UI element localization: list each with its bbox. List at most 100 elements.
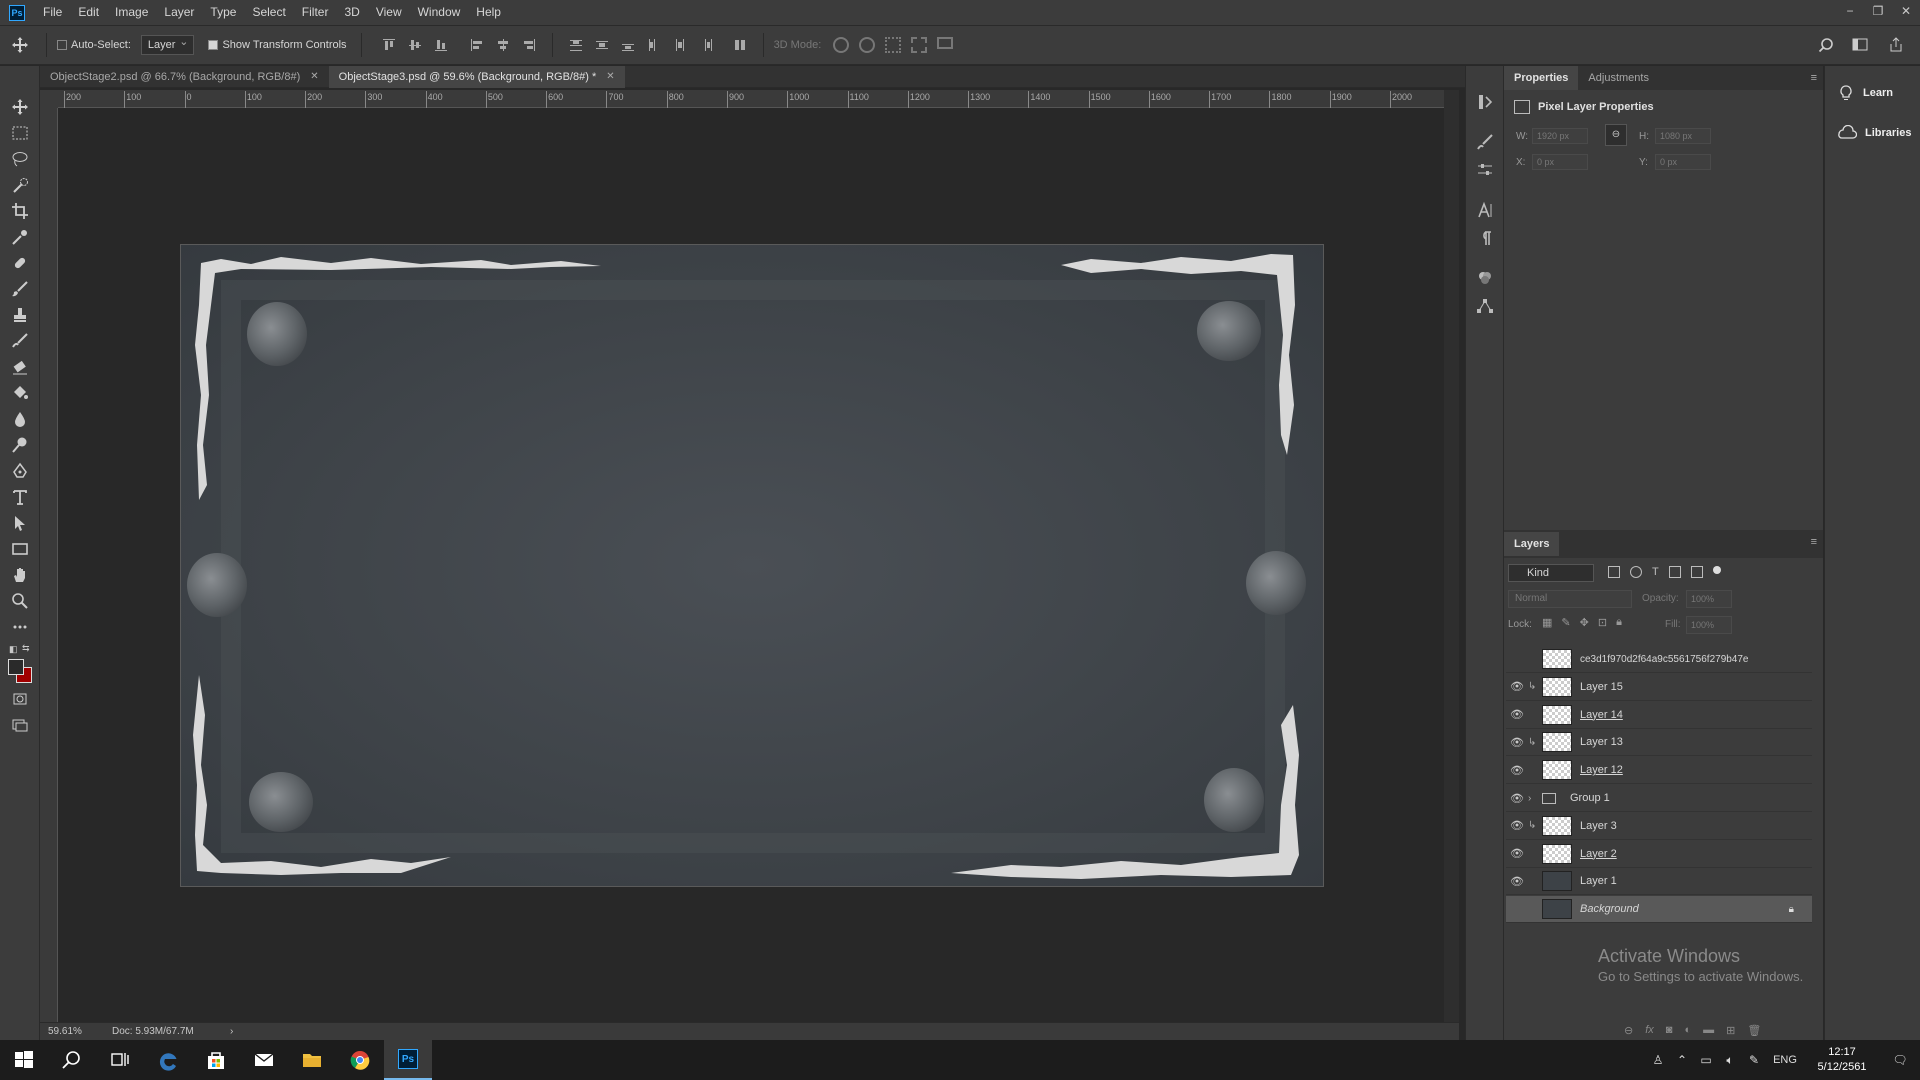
edge-browser-button[interactable] bbox=[144, 1040, 192, 1080]
language-indicator[interactable]: ENG bbox=[1766, 1040, 1804, 1080]
layer-row[interactable]: 👁︎ Layer 12 bbox=[1506, 757, 1812, 785]
brush-settings-button[interactable] bbox=[1466, 128, 1504, 156]
tab-properties[interactable]: Properties bbox=[1504, 66, 1579, 90]
expand-group-icon[interactable]: › bbox=[1528, 793, 1538, 804]
menu-type[interactable]: Type bbox=[202, 0, 244, 25]
volume-icon[interactable]: 🔈︎ bbox=[1718, 1040, 1742, 1080]
start-button[interactable] bbox=[0, 1040, 48, 1080]
menu-filter[interactable]: Filter bbox=[294, 0, 337, 25]
filter-type-icon[interactable]: T bbox=[1652, 566, 1659, 578]
people-icon[interactable]: ♙ bbox=[1646, 1040, 1670, 1080]
vertical-scrollbar[interactable] bbox=[1444, 90, 1459, 1028]
align-left-icon[interactable] bbox=[470, 38, 484, 52]
3d-scale-icon[interactable] bbox=[937, 37, 954, 49]
zoom-tool[interactable] bbox=[0, 588, 40, 614]
distribute-top-icon[interactable] bbox=[569, 38, 583, 52]
panel-menu-icon[interactable]: ≡ bbox=[1811, 72, 1817, 84]
character-panel-button[interactable] bbox=[1466, 196, 1504, 224]
3d-drag-icon[interactable] bbox=[885, 37, 902, 53]
visibility-eye-icon[interactable]: 👁︎ bbox=[1506, 792, 1528, 805]
default-colors-icon[interactable]: ◧ bbox=[9, 644, 18, 655]
eyedropper-tool[interactable] bbox=[0, 224, 40, 250]
visibility-eye-icon[interactable]: 👁︎ bbox=[1506, 764, 1528, 777]
blur-tool[interactable] bbox=[0, 406, 40, 432]
menu-3d[interactable]: 3D bbox=[336, 0, 367, 25]
minimize-button[interactable]: − bbox=[1836, 0, 1864, 22]
visibility-eye-icon[interactable]: 👁︎ bbox=[1506, 736, 1528, 749]
show-transform-checkbox[interactable] bbox=[208, 40, 219, 50]
zoom-level[interactable]: 59.61% bbox=[40, 1026, 100, 1037]
healing-brush-tool[interactable] bbox=[0, 250, 40, 276]
menu-view[interactable]: View bbox=[368, 0, 410, 25]
eraser-tool[interactable] bbox=[0, 354, 40, 380]
fill-field[interactable]: 100% bbox=[1686, 616, 1732, 634]
distribute-left-icon[interactable] bbox=[647, 38, 661, 52]
align-vcenter-icon[interactable] bbox=[408, 38, 422, 52]
horizontal-ruler[interactable]: 200 100 0 100 200 300 400 500 600 700 800 900 1000 11… bbox=[58, 90, 1444, 108]
status-menu-arrow[interactable]: › bbox=[230, 1026, 233, 1037]
y-field[interactable]: 0 px bbox=[1655, 154, 1711, 170]
crop-tool[interactable] bbox=[0, 198, 40, 224]
fx-icon[interactable]: fx bbox=[1645, 1024, 1654, 1037]
task-view-button[interactable] bbox=[96, 1040, 144, 1080]
channels-panel-button[interactable] bbox=[1466, 264, 1504, 292]
workspace-icon[interactable] bbox=[1852, 37, 1870, 53]
close-button[interactable]: ✕ bbox=[1892, 0, 1920, 22]
menu-file[interactable]: File bbox=[35, 0, 70, 25]
new-adjustment-icon[interactable]: ◐ bbox=[1684, 1024, 1691, 1037]
filter-adjustment-icon[interactable] bbox=[1630, 566, 1642, 578]
move-tool-preset[interactable] bbox=[0, 36, 40, 54]
layer-row[interactable]: 👁︎ ↳ Layer 3 bbox=[1506, 813, 1812, 840]
link-icon[interactable]: ⊖ bbox=[1605, 124, 1627, 146]
3d-roll-icon[interactable] bbox=[859, 37, 876, 53]
paragraph-panel-button[interactable] bbox=[1466, 224, 1504, 252]
delete-layer-icon[interactable]: 🗑︎ bbox=[1747, 1024, 1761, 1037]
menu-layer[interactable]: Layer bbox=[156, 0, 202, 25]
3d-slide-icon[interactable] bbox=[911, 37, 928, 53]
lock-position-icon[interactable]: ✥ bbox=[1580, 616, 1589, 629]
layer-row[interactable]: 👁︎ › Group 1 bbox=[1506, 785, 1812, 812]
tab-adjustments[interactable]: Adjustments bbox=[1578, 66, 1659, 90]
menu-image[interactable]: Image bbox=[107, 0, 156, 25]
layer-row[interactable]: 👁︎ ↳ Layer 13 bbox=[1506, 729, 1812, 757]
search-taskbar-button[interactable] bbox=[48, 1040, 96, 1080]
path-select-tool[interactable] bbox=[0, 510, 40, 536]
file-explorer-button[interactable] bbox=[288, 1040, 336, 1080]
menu-help[interactable]: Help bbox=[468, 0, 509, 25]
filter-shape-icon[interactable] bbox=[1668, 566, 1681, 578]
paint-bucket-tool[interactable] bbox=[0, 380, 40, 406]
layer-lock-icon[interactable]: 🔒︎ bbox=[1789, 904, 1794, 915]
align-hcenter-icon[interactable] bbox=[496, 38, 510, 52]
document-canvas[interactable] bbox=[180, 244, 1324, 887]
close-tab-icon[interactable]: ✕ bbox=[310, 66, 318, 88]
quick-select-tool[interactable] bbox=[0, 172, 40, 198]
distribute-right-icon[interactable] bbox=[699, 38, 713, 52]
add-mask-icon[interactable]: ◙ bbox=[1666, 1024, 1673, 1037]
visibility-eye-icon[interactable]: 👁︎ bbox=[1506, 847, 1528, 860]
history-panel-button[interactable] bbox=[1466, 88, 1504, 116]
close-tab-icon[interactable]: ✕ bbox=[606, 66, 614, 88]
layer-row[interactable]: Background 🔒︎ bbox=[1506, 896, 1812, 924]
lock-paint-icon[interactable]: ✎ bbox=[1561, 616, 1570, 629]
photoshop-logo[interactable]: Ps bbox=[9, 4, 25, 21]
lasso-tool[interactable] bbox=[0, 146, 40, 172]
filter-toggle-icon[interactable] bbox=[1712, 566, 1721, 574]
visibility-eye-icon[interactable]: 👁︎ bbox=[1506, 875, 1528, 888]
distribute-vcenter-icon[interactable] bbox=[595, 38, 609, 52]
lock-transparent-icon[interactable]: ▦ bbox=[1542, 616, 1552, 629]
3d-orbit-icon[interactable] bbox=[833, 37, 850, 53]
menu-window[interactable]: Window bbox=[410, 0, 469, 25]
dodge-tool[interactable] bbox=[0, 432, 40, 458]
foreground-color-swatch[interactable] bbox=[8, 659, 24, 675]
menu-select[interactable]: Select bbox=[244, 0, 293, 25]
layer-row[interactable]: 👁︎ Layer 14 bbox=[1506, 702, 1812, 729]
vertical-ruler[interactable] bbox=[40, 108, 58, 1028]
libraries-panel-button[interactable]: Libraries bbox=[1825, 120, 1920, 146]
lock-artboard-icon[interactable]: ⊡ bbox=[1598, 616, 1607, 629]
move-tool[interactable] bbox=[0, 94, 40, 120]
panel-menu-icon[interactable]: ≡ bbox=[1811, 536, 1817, 548]
rectangle-tool[interactable] bbox=[0, 536, 40, 562]
filter-pixel-icon[interactable] bbox=[1608, 566, 1620, 578]
quick-mask-button[interactable] bbox=[0, 686, 40, 712]
history-brush-tool[interactable] bbox=[0, 328, 40, 354]
